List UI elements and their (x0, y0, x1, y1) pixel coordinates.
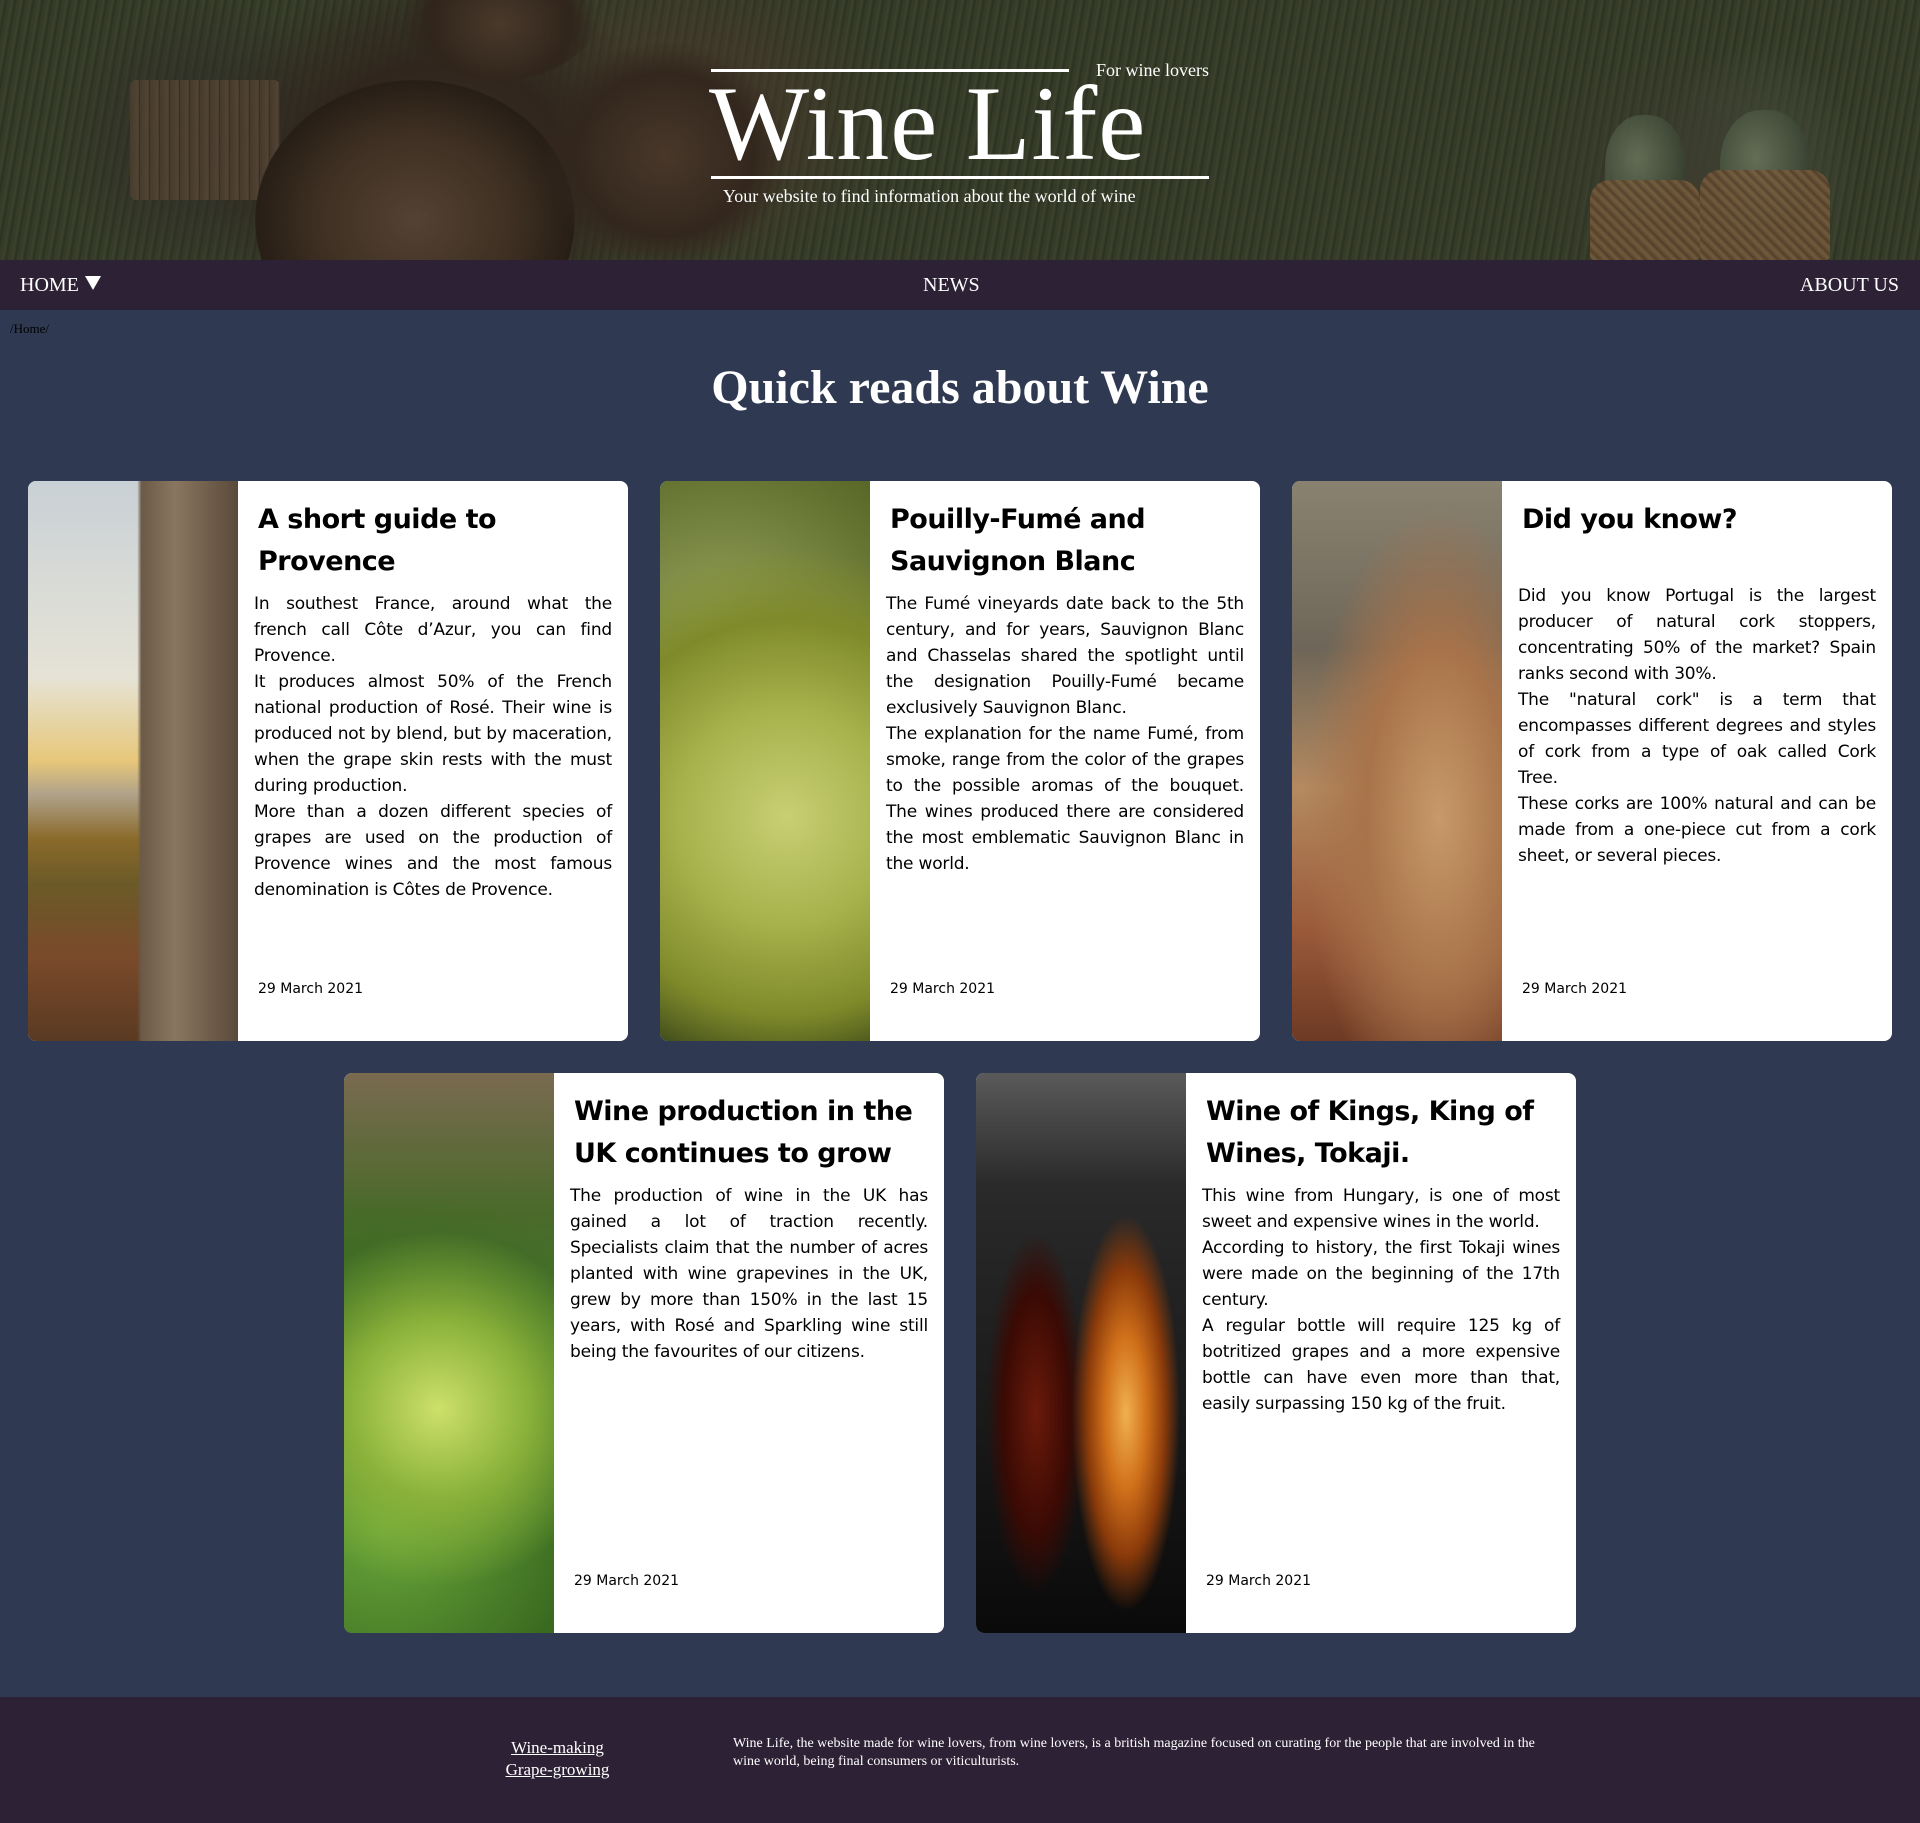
footer: Wine-making Grape-growing Wine Life, the… (0, 1697, 1920, 1823)
card-date: 29 March 2021 (1206, 1573, 1312, 1589)
card-title[interactable]: Did you know? (1518, 499, 1876, 541)
tokaji-bottles-image (976, 1073, 1186, 1633)
logo-title: Wine Life (709, 65, 1147, 182)
cork-bark-image (1292, 481, 1502, 1041)
card-date: 29 March 2021 (890, 981, 996, 997)
card-paragraph: According to history, the first Tokaji w… (1202, 1238, 1560, 1310)
card-title[interactable]: A short guide to Provence (254, 499, 612, 583)
card-paragraph: It produces almost 50% of the French nat… (254, 672, 612, 796)
card-paragraph: More than a dozen different species of g… (254, 802, 612, 900)
provence-vineyard-image (28, 481, 238, 1041)
card-body: Wine production in the UK continues to g… (554, 1073, 944, 1633)
main-nav: HOME NEWS ABOUT US (0, 260, 1920, 310)
footer-link-grape-growing[interactable]: Grape-growing (470, 1759, 645, 1781)
card-text: This wine from Hungary, is one of most s… (1202, 1183, 1560, 1417)
card-title[interactable]: Pouilly-Fumé and Sauvignon Blanc (886, 499, 1244, 583)
caret-down-icon[interactable] (84, 276, 101, 290)
article-card-provence[interactable]: A short guide to Provence In southest Fr… (28, 481, 628, 1041)
card-paragraph: A regular bottle will require 125 kg of … (1202, 1316, 1560, 1414)
card-body: Did you know? Did you know Portugal is t… (1502, 481, 1892, 1041)
site-logo[interactable]: For wine lovers Wine Life Your website t… (709, 60, 1209, 210)
card-text: The production of wine in the UK has gai… (570, 1183, 928, 1365)
card-title[interactable]: Wine production in the UK continues to g… (570, 1091, 928, 1175)
article-card-tokaji[interactable]: Wine of Kings, King of Wines, Tokaji. Th… (976, 1073, 1576, 1633)
logo-subtitle: Your website to find information about t… (723, 186, 1136, 206)
card-paragraph: In southest France, around what the fren… (254, 594, 612, 666)
nav-home-label: HOME (20, 274, 79, 296)
nav-news[interactable]: NEWS (923, 274, 980, 297)
card-date: 29 March 2021 (574, 1573, 680, 1589)
page-title: Quick reads about Wine (711, 361, 1209, 414)
card-title[interactable]: Wine of Kings, King of Wines, Tokaji. (1202, 1091, 1560, 1175)
footer-about-text: Wine Life, the website made for wine lov… (733, 1736, 1535, 1769)
card-body: Wine of Kings, King of Wines, Tokaji. Th… (1186, 1073, 1576, 1633)
vine-leaves-image (344, 1073, 554, 1633)
white-grapes-image (660, 481, 870, 1041)
hero-banner: For wine lovers Wine Life Your website t… (0, 0, 1920, 260)
article-card-uk-wine[interactable]: Wine production in the UK continues to g… (344, 1073, 944, 1633)
card-body: Pouilly-Fumé and Sauvignon Blanc The Fum… (870, 481, 1260, 1041)
footer-link-wine-making[interactable]: Wine-making (470, 1737, 645, 1759)
logo-rule (711, 176, 1209, 179)
card-body: A short guide to Provence In southest Fr… (238, 481, 628, 1041)
card-paragraph: The explanation for the name Fumé, from … (886, 724, 1244, 874)
card-paragraph: Did you know Portugal is the largest pro… (1518, 586, 1876, 684)
nav-home[interactable]: HOME (20, 274, 101, 297)
nav-about-us[interactable]: ABOUT US (1800, 274, 1899, 297)
card-paragraph: The "natural cork" is a term that encomp… (1518, 690, 1876, 788)
breadcrumb[interactable]: /Home/ (10, 321, 49, 337)
card-text: In southest France, around what the fren… (254, 591, 612, 903)
article-card-pouilly-fume[interactable]: Pouilly-Fumé and Sauvignon Blanc The Fum… (660, 481, 1260, 1041)
card-paragraph: The Fumé vineyards date back to the 5th … (886, 594, 1244, 718)
card-date: 29 March 2021 (1522, 981, 1628, 997)
card-text: The Fumé vineyards date back to the 5th … (886, 591, 1244, 877)
card-date: 29 March 2021 (258, 981, 364, 997)
card-paragraph: These corks are 100% natural and can be … (1518, 794, 1876, 866)
card-paragraph: This wine from Hungary, is one of most s… (1202, 1186, 1560, 1232)
card-text: Did you know Portugal is the largest pro… (1518, 583, 1876, 869)
article-card-cork[interactable]: Did you know? Did you know Portugal is t… (1292, 481, 1892, 1041)
footer-links: Wine-making Grape-growing (470, 1737, 645, 1781)
card-paragraph: The production of wine in the UK has gai… (570, 1186, 928, 1362)
